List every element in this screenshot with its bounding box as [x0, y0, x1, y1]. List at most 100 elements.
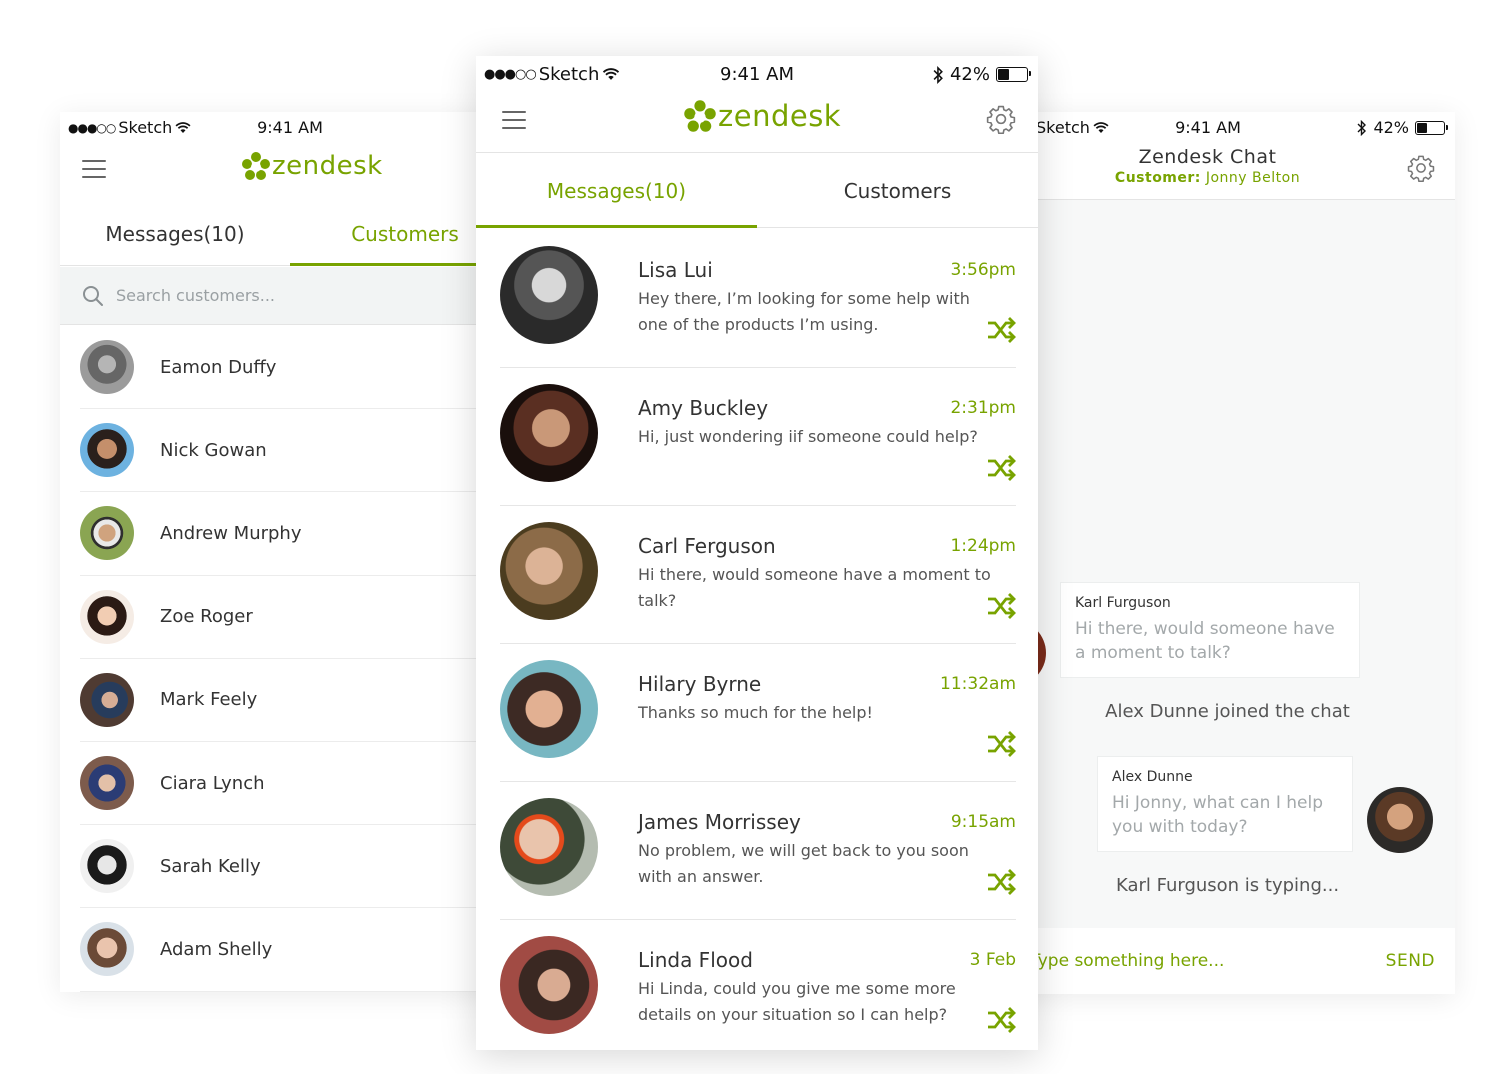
transfer-icon[interactable]	[986, 730, 1016, 758]
status-time: 9:41 AM	[257, 118, 323, 137]
avatar	[500, 660, 598, 758]
avatar	[500, 522, 598, 620]
carrier-name: Sketch	[1036, 118, 1090, 137]
bluetooth-icon	[1357, 119, 1367, 136]
avatar	[80, 506, 134, 561]
avatar	[500, 246, 598, 344]
avatar	[500, 384, 598, 482]
customer-name: Adam Shelly	[160, 938, 273, 960]
tab-messages[interactable]: Messages(10)	[60, 202, 290, 265]
messages-screen: ●●●○○ Sketch 9:41 AM 42% zendesk Message…	[476, 56, 1038, 1050]
menu-icon[interactable]	[502, 111, 526, 129]
list-item[interactable]: Mark Feely	[80, 659, 520, 742]
list-item[interactable]: Adam Shelly	[80, 908, 520, 992]
status-bar: ●●●○○ Sketch 9:41 AM	[60, 112, 520, 140]
sender-name: Hilary Byrne	[638, 672, 762, 696]
table-row[interactable]: Amy Buckley 2:31pm Hi, just wondering ii…	[500, 368, 1016, 506]
table-row[interactable]: Carl Ferguson 1:24pm Hi there, would som…	[500, 506, 1016, 644]
zendesk-logo: zendesk	[682, 98, 841, 134]
chat-header: Sketch 9:41 AM 42% Zendesk Chat Customer…	[1000, 112, 1455, 200]
message-preview: Hey there, I’m looking for some help wit…	[638, 289, 970, 334]
search-bar[interactable]: Search customers...	[60, 267, 520, 325]
message-time: 2:31pm	[950, 398, 1016, 418]
system-message: Alex Dunne joined the chat	[1105, 701, 1350, 722]
message-time: 1:24pm	[950, 536, 1016, 556]
battery-icon	[1415, 120, 1448, 135]
list-item[interactable]: Sarah Kelly	[80, 825, 520, 909]
avatar	[80, 672, 134, 727]
zendesk-logo: zendesk	[240, 150, 383, 182]
status-bar: ●●●○○ Sketch 9:41 AM 42%	[476, 58, 1038, 86]
list-item[interactable]: Ciara Lynch	[80, 742, 520, 826]
tab-customers[interactable]: Customers	[757, 153, 1038, 227]
transfer-icon[interactable]	[986, 316, 1016, 344]
tab-messages[interactable]: Messages(10)	[476, 153, 757, 228]
customer-label: Customer:	[1114, 170, 1201, 186]
message-preview: Hi Linda, could you give me some more de…	[638, 979, 956, 1024]
message-preview: Hi there, would someone have a moment to…	[638, 565, 991, 610]
gear-icon[interactable]	[1407, 154, 1435, 182]
battery-icon	[996, 67, 1031, 82]
table-row[interactable]: Lisa Lui 3:56pm Hey there, I’m looking f…	[500, 230, 1016, 368]
sender-name: Lisa Lui	[638, 258, 713, 282]
sender-name: Carl Ferguson	[638, 534, 776, 558]
avatar	[80, 922, 134, 977]
chat-screen: Sketch 9:41 AM 42% Zendesk Chat Customer…	[1000, 112, 1455, 994]
sender-name: Amy Buckley	[638, 396, 769, 420]
transfer-icon[interactable]	[986, 592, 1016, 620]
table-row[interactable]: James Morrissey 9:15am No problem, we wi…	[500, 782, 1016, 920]
message-sender: Karl Furguson	[1075, 595, 1171, 611]
avatar	[500, 798, 598, 896]
customer-name: Eamon Duffy	[160, 356, 277, 378]
avatar	[80, 589, 134, 644]
customer-name: Zoe Roger	[160, 606, 253, 628]
message-preview: Hi, just wondering iif someone could hel…	[638, 427, 978, 446]
zendesk-flower-icon	[684, 100, 716, 132]
message-composer: Type something here... SEND	[1000, 928, 1455, 994]
chat-customer: Customer: Jonny Belton	[1000, 170, 1455, 186]
customers-screen: ●●●○○ Sketch 9:41 AM zendesk Messages(10…	[60, 112, 520, 992]
avatar	[80, 423, 134, 478]
avatar	[80, 340, 134, 395]
chat-title: Zendesk Chat	[1138, 146, 1277, 168]
send-button[interactable]: SEND	[1386, 951, 1435, 971]
list-item[interactable]: Andrew Murphy	[80, 492, 520, 576]
sender-name: Linda Flood	[638, 948, 753, 972]
transfer-icon[interactable]	[986, 868, 1016, 896]
chat-message: Karl Furguson Hi there, would someone ha…	[1060, 582, 1360, 678]
table-row[interactable]: Hilary Byrne 11:32am Thanks so much for …	[500, 644, 1016, 782]
message-text: Hi there, would someone have a moment to…	[1075, 619, 1335, 663]
message-time: 3 Feb	[969, 950, 1016, 970]
search-input[interactable]: Search customers...	[116, 286, 275, 305]
status-bar: Sketch 9:41 AM 42%	[1000, 112, 1455, 140]
search-icon	[83, 285, 103, 306]
tab-bar: Messages(10) Customers	[476, 152, 1038, 228]
transfer-icon[interactable]	[986, 454, 1016, 482]
battery-percent: 42%	[1373, 118, 1409, 137]
customer-name: Andrew Murphy	[160, 522, 302, 544]
message-list: Lisa Lui 3:56pm Hey there, I’m looking f…	[500, 230, 1016, 1050]
battery-percent: 42%	[949, 64, 990, 85]
menu-icon[interactable]	[82, 160, 106, 178]
tab-bar: Messages(10) Customers	[60, 202, 520, 266]
list-item[interactable]: Nick Gowan	[80, 409, 520, 493]
zendesk-flower-icon	[242, 152, 270, 180]
customer-name: Ciara Lynch	[160, 772, 265, 794]
list-item[interactable]: Zoe Roger	[80, 576, 520, 659]
table-row[interactable]: Linda Flood 3 Feb Hi Linda, could you gi…	[500, 920, 1016, 1050]
message-sender: Alex Dunne	[1112, 769, 1193, 785]
logo-text: zendesk	[272, 151, 383, 181]
message-time: 3:56pm	[950, 260, 1016, 280]
customer-name: Mark Feely	[160, 689, 258, 711]
list-item[interactable]: Eamon Duffy	[80, 326, 520, 410]
message-input[interactable]: Type something here...	[1030, 951, 1224, 971]
customer-name: Jonny Belton	[1205, 170, 1301, 186]
chat-message: Alex Dunne Hi Jonny, what can I help you…	[1097, 756, 1353, 852]
transfer-icon[interactable]	[986, 1006, 1016, 1034]
message-text: Hi Jonny, what can I help you with today…	[1112, 793, 1324, 837]
typing-indicator: Karl Furguson is typing...	[1115, 875, 1340, 896]
customer-name: Sarah Kelly	[160, 855, 261, 877]
message-time: 9:15am	[950, 812, 1016, 832]
gear-icon[interactable]	[986, 104, 1016, 134]
message-time: 11:32am	[940, 674, 1016, 694]
